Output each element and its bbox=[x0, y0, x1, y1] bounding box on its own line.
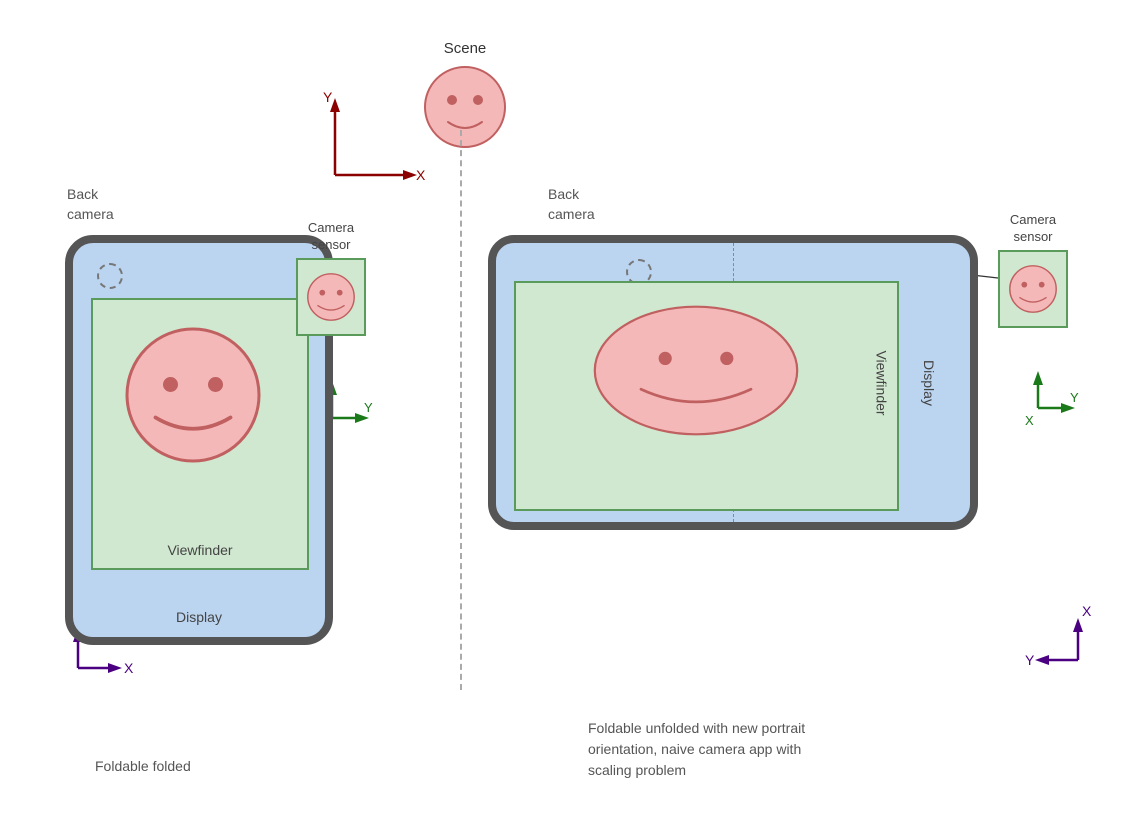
svg-text:X: X bbox=[1025, 413, 1034, 428]
right-phone-body: Viewfinder Display bbox=[488, 235, 978, 530]
main-container: Y X Y X Y X Y X bbox=[0, 0, 1143, 831]
svg-text:X: X bbox=[124, 660, 134, 676]
camera-sensor-label-right: Camera sensor bbox=[998, 212, 1068, 246]
camera-sensor-left: Camera sensor bbox=[296, 220, 366, 336]
viewfinder-right bbox=[514, 281, 899, 511]
display-label-right: Display bbox=[921, 360, 937, 406]
vertical-divider bbox=[460, 130, 462, 690]
left-phone-body: Viewfinder Display bbox=[65, 235, 333, 645]
back-camera-label-left: Back camera bbox=[67, 185, 114, 224]
folded-caption: Foldable folded bbox=[95, 758, 191, 774]
scene-area: Scene bbox=[420, 40, 510, 155]
sensor-box-left bbox=[296, 258, 366, 336]
svg-text:Y: Y bbox=[1070, 390, 1079, 405]
camera-dot-left bbox=[97, 263, 123, 289]
viewfinder-smiley-right bbox=[586, 298, 806, 443]
back-camera-label-right: Back camera bbox=[548, 185, 595, 224]
svg-text:Y: Y bbox=[323, 89, 333, 105]
viewfinder-label-left: Viewfinder bbox=[167, 542, 232, 558]
svg-text:X: X bbox=[416, 167, 426, 183]
sensor-smiley-left bbox=[302, 268, 360, 326]
camera-sensor-right: Camera sensor bbox=[998, 212, 1068, 328]
svg-text:X: X bbox=[1082, 603, 1092, 619]
unfolded-caption: Foldable unfolded with new portrait orie… bbox=[588, 718, 805, 781]
viewfinder-left: Viewfinder bbox=[91, 298, 309, 570]
svg-text:Y: Y bbox=[364, 400, 373, 415]
viewfinder-label-right: Viewfinder bbox=[873, 350, 889, 415]
display-label-left: Display bbox=[176, 609, 222, 625]
sensor-box-right bbox=[998, 250, 1068, 328]
camera-sensor-label-left: Camera sensor bbox=[296, 220, 366, 254]
sensor-smiley-right bbox=[1004, 260, 1062, 318]
viewfinder-smiley-left bbox=[118, 320, 268, 470]
scene-face-icon bbox=[420, 62, 510, 152]
svg-text:Y: Y bbox=[1025, 652, 1035, 668]
scene-label: Scene bbox=[420, 40, 510, 57]
